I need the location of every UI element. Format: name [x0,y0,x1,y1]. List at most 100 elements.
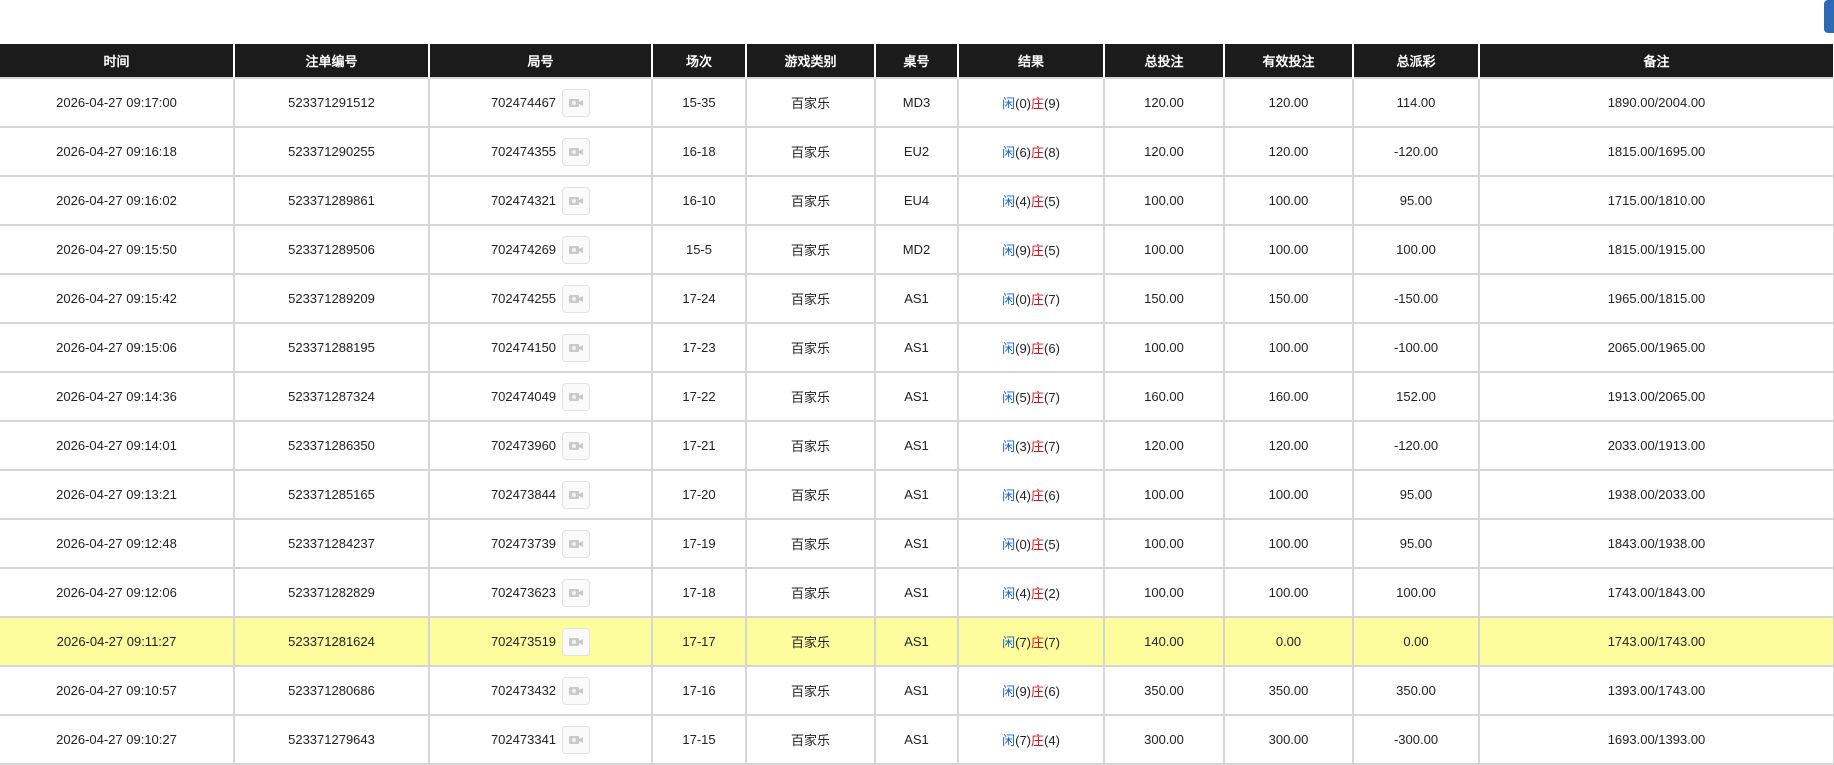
cell-round: 702473960 [428,420,653,471]
cell-order-id: 523371282829 [233,567,430,618]
cell-game-type: 百家乐 [745,420,876,471]
table-row: 2026-04-27 09:16:18 523371290255 702474355… [0,126,1834,177]
header-shoe[interactable]: 场次 [651,44,747,78]
header-payout[interactable]: 总派彩 [1352,44,1480,78]
video-replay-icon[interactable] [562,186,591,215]
video-replay-icon[interactable] [562,578,591,607]
banker-label: 庄 [1031,194,1045,209]
cell-time: 2026-04-27 09:15:50 [0,224,235,275]
cell-note: 1815.00/1915.00 [1478,224,1834,275]
player-score: (4) [1015,488,1031,503]
cell-note: 1693.00/1393.00 [1478,714,1834,765]
cell-total-bet: 300.00 [1103,714,1225,765]
video-replay-icon[interactable] [562,676,591,705]
cell-total-bet: 150.00 [1103,273,1225,324]
cell-round: 702474321 [428,175,653,226]
cell-shoe: 16-18 [651,126,747,177]
cell-note: 1843.00/1938.00 [1478,518,1834,569]
cell-time: 2026-04-27 09:14:01 [0,420,235,471]
cell-payout: 100.00 [1352,224,1480,275]
header-game-type[interactable]: 游戏类别 [745,44,876,78]
cell-shoe: 17-18 [651,567,747,618]
cell-time: 2026-04-27 09:16:18 [0,126,235,177]
header-valid-bet[interactable]: 有效投注 [1223,44,1354,78]
cell-time: 2026-04-27 09:15:42 [0,273,235,324]
cell-order-id: 523371285165 [233,469,430,520]
cell-payout: 95.00 [1352,469,1480,520]
banker-score: (5) [1044,537,1060,552]
round-number: 702473960 [490,438,557,453]
cell-order-id: 523371279643 [233,714,430,765]
round-number: 702474467 [490,95,557,110]
header-result[interactable]: 结果 [957,44,1105,78]
video-replay-icon[interactable] [562,137,591,166]
cell-time: 2026-04-27 09:11:27 [0,616,235,667]
cell-order-id: 523371280686 [233,665,430,716]
video-replay-icon[interactable] [562,725,591,754]
header-order-id[interactable]: 注单编号 [233,44,430,78]
cell-game-type: 百家乐 [745,518,876,569]
video-replay-icon[interactable] [562,480,591,509]
round-number: 702474150 [490,340,557,355]
cell-payout: -100.00 [1352,322,1480,373]
video-replay-icon[interactable] [562,627,591,656]
cell-payout: -120.00 [1352,420,1480,471]
video-replay-glyph [569,294,584,303]
round-number: 702474049 [490,389,557,404]
cell-game-type: 百家乐 [745,224,876,275]
video-replay-glyph [569,392,584,401]
corner-button[interactable] [1824,0,1834,33]
cell-total-bet: 120.00 [1103,126,1225,177]
cell-note: 2033.00/1913.00 [1478,420,1834,471]
round-number: 702473844 [490,487,557,502]
cell-order-id: 523371289506 [233,224,430,275]
video-replay-icon[interactable] [562,333,591,362]
table-row: 2026-04-27 09:12:48 523371284237 702473739… [0,518,1834,569]
player-score: (0) [1015,537,1031,552]
header-time[interactable]: 时间 [0,44,235,78]
cell-game-type: 百家乐 [745,175,876,226]
banker-label: 庄 [1031,439,1045,454]
video-replay-icon[interactable] [562,88,591,117]
cell-payout: 0.00 [1352,616,1480,667]
video-replay-icon[interactable] [562,382,591,411]
video-replay-glyph [569,686,584,695]
video-replay-glyph [569,196,584,205]
video-replay-icon[interactable] [562,431,591,460]
cell-round: 702474255 [428,273,653,324]
round-number: 702474355 [490,144,557,159]
video-replay-glyph [569,343,584,352]
header-table[interactable]: 桌号 [874,44,959,78]
video-replay-icon[interactable] [562,284,591,313]
cell-time: 2026-04-27 09:12:06 [0,567,235,618]
cell-result: 闲(4)庄(2) [957,567,1105,618]
banker-label: 庄 [1031,488,1045,503]
cell-game-type: 百家乐 [745,273,876,324]
banker-score: (7) [1044,635,1060,650]
player-label: 闲 [1002,243,1016,258]
cell-game-type: 百家乐 [745,126,876,177]
cell-order-id: 523371284237 [233,518,430,569]
player-score: (5) [1015,390,1031,405]
banker-label: 庄 [1031,96,1045,111]
cell-valid-bet: 100.00 [1223,175,1354,226]
cell-game-type: 百家乐 [745,616,876,667]
cell-time: 2026-04-27 09:14:36 [0,371,235,422]
cell-result: 闲(3)庄(7) [957,420,1105,471]
cell-valid-bet: 350.00 [1223,665,1354,716]
header-note[interactable]: 备注 [1478,44,1834,78]
cell-valid-bet: 120.00 [1223,126,1354,177]
header-round[interactable]: 局号 [428,44,653,78]
header-total-bet[interactable]: 总投注 [1103,44,1225,78]
round-number: 702473519 [490,634,557,649]
table-row: 2026-04-27 09:15:42 523371289209 702474255… [0,273,1834,324]
video-replay-icon[interactable] [562,235,591,264]
banker-label: 庄 [1031,733,1045,748]
cell-total-bet: 160.00 [1103,371,1225,422]
player-score: (4) [1015,586,1031,601]
banker-score: (5) [1044,243,1060,258]
player-label: 闲 [1002,341,1016,356]
player-label: 闲 [1002,292,1016,307]
cell-result: 闲(0)庄(5) [957,518,1105,569]
video-replay-icon[interactable] [562,529,591,558]
